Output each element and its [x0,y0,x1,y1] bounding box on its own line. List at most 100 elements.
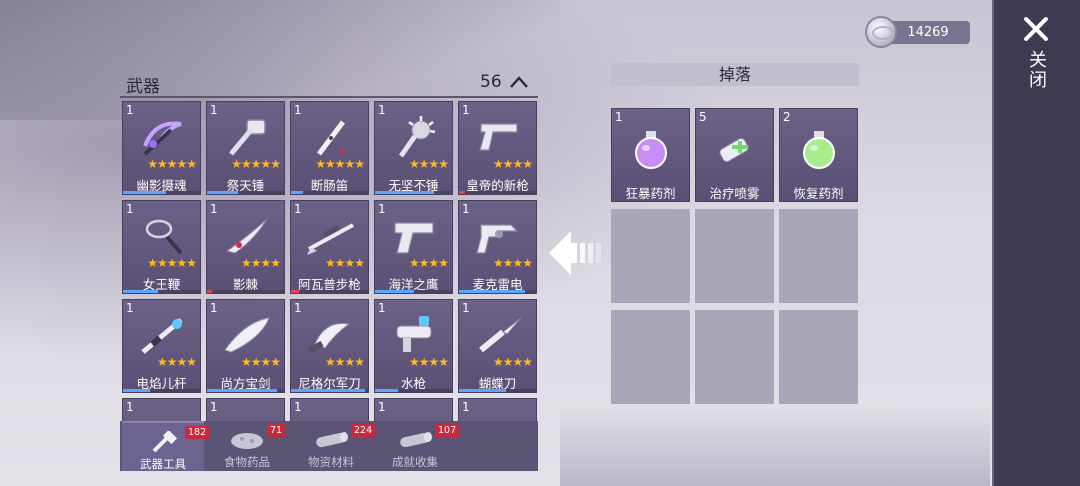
empty-drop-slot[interactable] [695,209,774,303]
weapon-card[interactable]: 1 ★★★★ 皇帝的新枪 [458,101,537,195]
star-rating: ★★★★ [492,157,533,171]
background-rubble [560,406,990,486]
close-button[interactable]: 关闭 [1010,14,1062,104]
purple-potion-icon [635,131,667,169]
tab-4[interactable]: 107 成就收集 [374,421,460,471]
header-divider [120,96,538,98]
weapon-card[interactable]: 1 ★★★★★ 幽影摄魂 [122,101,201,195]
weapon-count: 1 [210,202,218,216]
tab-label: 物资材料 [308,455,354,469]
weapon-count: 1 [210,301,218,315]
weapon-card[interactable]: 1 ★★★★ 水枪 [374,299,453,393]
food-icon [231,433,263,449]
weapon-count: 1 [126,103,134,117]
chevron-up-icon[interactable] [509,75,529,89]
durability-fill [375,191,434,194]
durability-bar [123,290,201,293]
weapon-card[interactable]: 1 ★★★★★ 祭天锤 [206,101,285,195]
durability-fill [459,290,526,293]
weapon-count: 1 [462,400,470,414]
durability-fill [123,290,159,293]
drop-count: 2 [783,110,791,124]
drop-count: 5 [699,110,707,124]
weapon-card[interactable]: 1 ★★★★ 尚方宝剑 [206,299,285,393]
durability-bar [459,191,537,194]
weapon-card[interactable]: 1 ★★★★ 麦克雷电 [458,200,537,294]
healing-spray-icon [719,137,749,163]
empty-drop-slot[interactable] [779,209,858,303]
tab-2[interactable]: 71 食物药品 [206,421,288,471]
weapon-count: 1 [210,103,218,117]
durability-fill [459,191,466,194]
pistol-icon [479,123,518,151]
durability-fill [459,389,506,392]
durability-bar [375,389,453,392]
tab-label: 武器工具 [140,457,186,471]
durability-bar [207,191,285,194]
close-label: 关闭 [1026,50,1047,90]
weapon-count: 1 [126,400,134,414]
weapon-count: 1 [294,301,302,315]
weapon-card[interactable]: 1 ★★★★ 无坚不锤 [374,101,453,195]
star-rating: ★★★★ [408,256,449,270]
drop-name: 治疗喷雾 [709,186,760,201]
durability-bar [123,191,201,194]
weapon-card[interactable]: 1 ★★★★★ 女王鞭 [122,200,201,294]
weapon-count: 1 [462,103,470,117]
silver-coin-icon [865,16,897,48]
durability-bar [123,389,201,392]
durability-bar [207,290,285,293]
category-tabs: 182 武器工具 71 食物药品 224 物资材料 107 成就收集 [120,421,538,471]
durability-fill [207,191,239,194]
weapon-count: 1 [294,103,302,117]
weapon-count: 1 [294,202,302,216]
drop-card[interactable]: 5 治疗喷雾 [695,108,774,202]
drop-count: 1 [615,110,623,124]
weapons-title: 武器 [126,77,160,97]
weapon-card[interactable]: 1 ★★★★★ 断肠笛 [290,101,369,195]
water-gun-icon [396,316,432,352]
star-rating: ★★★★★ [231,157,281,171]
count-badge: 224 [351,424,376,437]
revolver-icon [476,224,519,254]
machete-icon [308,322,351,354]
drop-card[interactable]: 2 恢复药剂 [779,108,858,202]
star-rating: ★★★★ [492,256,533,270]
weapon-card[interactable]: 1 ★★★★ 电焰儿杆 [122,299,201,393]
durability-bar [207,389,285,392]
weapon-card[interactable]: 1 ★★★★ 阿瓦普步枪 [290,200,369,294]
weapon-count: 1 [210,400,218,414]
weapon-count: 1 [294,400,302,414]
empty-drop-slot[interactable] [611,310,690,404]
star-rating: ★★★★ [156,355,197,369]
weapon-card[interactable]: 1 ★★★★ 尼格尔军刀 [290,299,369,393]
star-rating: ★★★★ [324,355,365,369]
star-rating: ★★★★ [324,256,365,270]
weapon-card[interactable]: 1 ★★★★ 海洋之鹰 [374,200,453,294]
sniper-rifle-icon [307,223,354,255]
durability-bar [375,290,453,293]
empty-drop-slot[interactable] [779,310,858,404]
weapon-card[interactable]: 1 ★★★★ 影棘 [206,200,285,294]
star-rating: ★★★★ [240,256,281,270]
drop-name: 恢复药剂 [793,186,844,201]
empty-drop-slot[interactable] [695,310,774,404]
thorn-blade-icon [225,218,268,254]
empty-drop-slot[interactable] [611,209,690,303]
star-rating: ★★★★★ [147,157,197,171]
weapon-count: 1 [378,400,386,414]
weapon-card[interactable]: 1 ★★★★ 蝴蝶刀 [458,299,537,393]
tab-3[interactable]: 224 物资材料 [290,421,376,471]
tab-label: 食物药品 [224,455,270,469]
fish-sword-icon [224,317,270,353]
durability-bar [291,290,369,293]
weapon-grid: 1 ★★★★★ 幽影摄魂 1 ★★★★★ 祭天锤 1 ★★★★★ 断肠笛 1 ★★★★ 无坚不锤 1 ★★… [122,101,538,471]
durability-fill [375,389,399,392]
drop-card[interactable]: 1 狂暴药剂 [611,108,690,202]
durability-fill [291,389,366,392]
transfer-arrow-icon[interactable] [547,228,603,278]
flame-staff-icon [141,318,183,354]
tab-1[interactable]: 182 武器工具 [122,421,210,471]
durability-fill [375,290,414,293]
weapon-count: 1 [378,103,386,117]
